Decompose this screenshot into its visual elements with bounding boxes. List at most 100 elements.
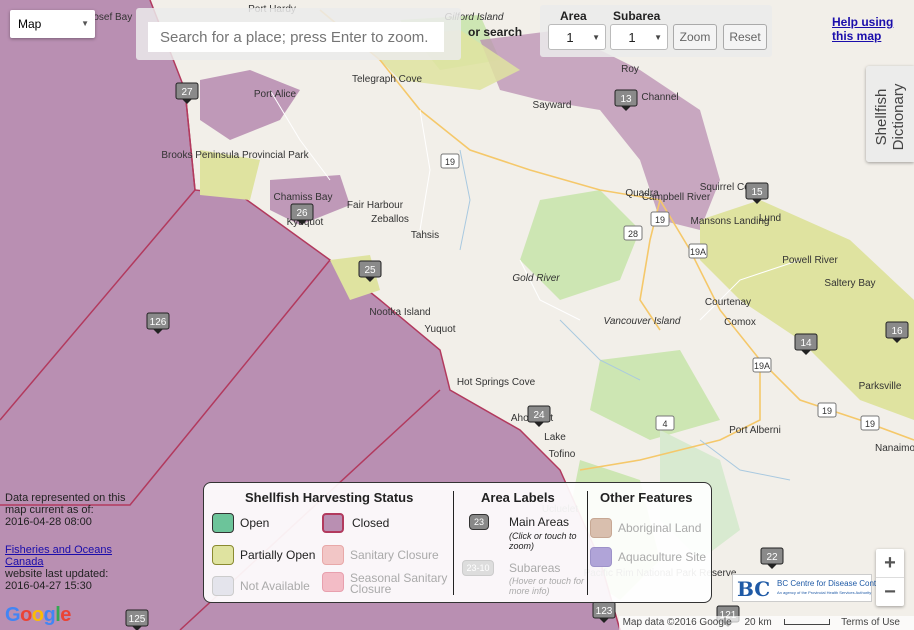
google-logo-letter: g bbox=[43, 604, 56, 626]
google-logo-letter: e bbox=[60, 604, 71, 626]
area-select[interactable]: 1 ▼ bbox=[548, 24, 606, 50]
highway-shield: 19A bbox=[752, 357, 772, 373]
place-label: Vancouver Island bbox=[604, 316, 681, 327]
place-label: Lake bbox=[544, 432, 566, 443]
google-logo-letter: o bbox=[20, 604, 32, 626]
google-logo-letter: o bbox=[31, 604, 44, 626]
legend-features-heading: Other Features bbox=[600, 490, 693, 505]
place-label: Comox bbox=[724, 317, 756, 328]
area-marker-label: 13 bbox=[620, 94, 632, 105]
data-current-date: 2016-04-28 08:00 bbox=[5, 516, 92, 528]
search-input[interactable] bbox=[148, 22, 444, 52]
scale-bar bbox=[784, 619, 831, 626]
fisheries-oceans-link[interactable]: Fisheries and Oceans Canada bbox=[5, 544, 112, 568]
place-label: Brooks Peninsula Provincial Park bbox=[161, 150, 309, 161]
place-label: Tofino bbox=[549, 449, 576, 460]
place-label: Parksville bbox=[859, 381, 902, 392]
sanitary-closure-swatch bbox=[322, 545, 344, 565]
subarea-badge: 23-10 bbox=[462, 560, 494, 576]
place-label: Yuquot bbox=[424, 324, 455, 335]
place-label: Quadra bbox=[625, 188, 659, 199]
place-label: Sayward bbox=[533, 100, 572, 111]
not-available-swatch bbox=[212, 576, 234, 596]
area-marker-label: 22 bbox=[766, 552, 778, 563]
place-label: Nanaimo bbox=[875, 443, 914, 454]
website-updated-date: 2016-04-27 15:30 bbox=[5, 580, 92, 592]
legend-status-heading: Shellfish Harvesting Status bbox=[245, 490, 414, 505]
aboriginal-land-swatch bbox=[590, 518, 612, 538]
bccdc-logo: BC BC Centre for Disease Control An agen… bbox=[732, 574, 885, 602]
legend-main-areas: Main Areas bbox=[509, 515, 570, 529]
area-marker-label: 15 bbox=[751, 187, 763, 198]
legend-panel: Shellfish Harvesting Status Open Closed … bbox=[203, 482, 712, 603]
map-data-credit: Map data ©2016 Google bbox=[622, 617, 732, 628]
svg-text:19A: 19A bbox=[690, 247, 706, 257]
legend-divider bbox=[453, 491, 454, 595]
place-label: Zeballos bbox=[371, 214, 409, 225]
legend-subareas: Subareas bbox=[509, 561, 561, 575]
shellfish-dictionary-tab[interactable]: Shellfish Dictionary bbox=[866, 66, 914, 162]
map-type-label: Map bbox=[18, 17, 42, 31]
legend-aquaculture-site: Aquaculture Site bbox=[618, 550, 707, 564]
map-zoom-controls: + − bbox=[876, 549, 904, 606]
legend-area-heading: Area Labels bbox=[481, 490, 555, 505]
place-label: Roy bbox=[621, 64, 639, 75]
place-label: Lund bbox=[759, 213, 781, 224]
help-link[interactable]: Help using this map bbox=[832, 15, 894, 43]
main-area-badge: 23 bbox=[469, 514, 489, 530]
map-attribution: Map data ©2016 Google 20 km Terms of Use bbox=[618, 616, 914, 630]
svg-text:28: 28 bbox=[628, 229, 638, 239]
subarea-select[interactable]: 1 ▼ bbox=[610, 24, 668, 50]
zoom-in-button[interactable]: + bbox=[876, 549, 904, 577]
highway-shield: 28 bbox=[623, 225, 643, 241]
area-marker-label: 24 bbox=[533, 410, 545, 421]
scale-label: 20 km bbox=[744, 617, 772, 628]
place-label: Powell River bbox=[782, 255, 838, 266]
highway-shield: 19A bbox=[688, 243, 708, 259]
highway-shield: 19 bbox=[440, 153, 460, 169]
dictionary-tab-label: Shellfish Dictionary bbox=[873, 83, 907, 151]
area-select-value: 1 bbox=[566, 30, 574, 45]
place-label: Chamiss Bay bbox=[274, 192, 333, 203]
bccdc-mark: BC bbox=[737, 577, 771, 601]
subarea-label: Subarea bbox=[613, 9, 661, 23]
partially-open-swatch bbox=[212, 545, 234, 565]
svg-text:19: 19 bbox=[865, 419, 875, 429]
chevron-down-icon: ▼ bbox=[654, 33, 662, 42]
svg-text:4: 4 bbox=[662, 419, 667, 429]
map-type-dropdown[interactable]: Map ▼ bbox=[10, 10, 95, 38]
svg-text:19: 19 bbox=[445, 157, 455, 167]
area-marker-label: 16 bbox=[891, 326, 903, 337]
area-marker-label: 125 bbox=[129, 614, 146, 625]
highway-shield: 19 bbox=[817, 402, 837, 418]
data-date-note: Data represented on this map current as … bbox=[5, 492, 140, 592]
seasonal-sanitary-swatch bbox=[322, 572, 344, 592]
legend-divider bbox=[587, 491, 588, 595]
zoom-button[interactable]: Zoom bbox=[673, 24, 717, 50]
zoom-out-button[interactable]: − bbox=[876, 577, 904, 606]
google-logo-letter: G bbox=[5, 604, 21, 626]
place-label: Gold River bbox=[512, 273, 560, 284]
area-marker-label: 123 bbox=[596, 606, 613, 617]
place-label: Mansons Landing bbox=[691, 216, 770, 227]
or-search-label: or search bbox=[468, 25, 523, 39]
terms-link[interactable]: Terms of Use bbox=[841, 617, 900, 628]
place-label: Fair Harbour bbox=[347, 200, 404, 211]
closed-swatch bbox=[322, 513, 344, 533]
open-swatch bbox=[212, 513, 234, 533]
reset-button[interactable]: Reset bbox=[723, 24, 767, 50]
area-label: Area bbox=[560, 9, 587, 23]
area-marker-label: 14 bbox=[800, 338, 812, 349]
place-label: Port Alice bbox=[254, 89, 297, 100]
legend-sanitary-closure: Sanitary Closure bbox=[350, 548, 439, 562]
bccdc-name: BC Centre for Disease Control bbox=[777, 579, 886, 588]
svg-text:19A: 19A bbox=[754, 361, 770, 371]
place-label: Nootka Island bbox=[369, 307, 430, 318]
place-label: Port Alberni bbox=[729, 425, 781, 436]
highway-shield: 19 bbox=[860, 415, 880, 431]
chevron-down-icon: ▼ bbox=[592, 33, 600, 42]
legend-aboriginal-land: Aboriginal Land bbox=[618, 521, 702, 535]
legend-not-available: Not Available bbox=[240, 579, 310, 593]
data-current-label: Data represented on this map current as … bbox=[5, 492, 126, 516]
legend-open: Open bbox=[240, 516, 270, 530]
